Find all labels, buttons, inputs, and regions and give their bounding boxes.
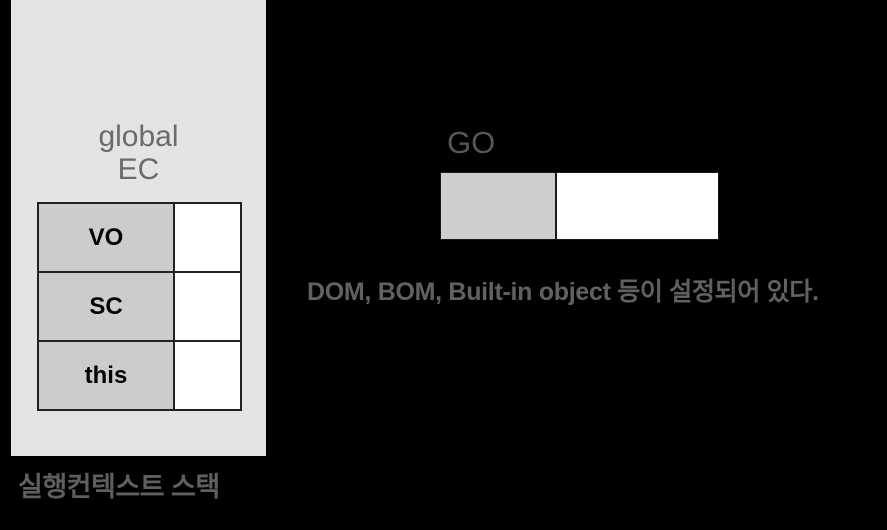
execution-context-stack-panel: global EC VO SC this	[11, 0, 266, 456]
ec-row-label-this: this	[37, 340, 175, 411]
execution-context-table: VO SC this	[37, 202, 242, 411]
table-row: VO	[37, 202, 242, 273]
ec-row-value-this	[173, 340, 242, 411]
ec-row-label-vo: VO	[37, 202, 175, 273]
global-ec-title: global EC	[98, 120, 179, 186]
table-row: SC	[37, 271, 242, 342]
execution-context-stack-caption: 실행컨텍스트 스택	[18, 472, 220, 502]
global-object-box	[440, 172, 719, 240]
ec-row-value-sc	[173, 271, 242, 342]
ec-row-value-vo	[173, 202, 242, 273]
global-object-box-right-cell	[557, 173, 718, 239]
global-object-note: DOM, BOM, Built-in object 등이 설정되어 있다.	[307, 278, 819, 306]
global-object-box-left-cell	[441, 173, 557, 239]
ec-row-label-sc: SC	[37, 271, 175, 342]
table-row: this	[37, 340, 242, 411]
global-object-label: GO	[447, 125, 496, 160]
